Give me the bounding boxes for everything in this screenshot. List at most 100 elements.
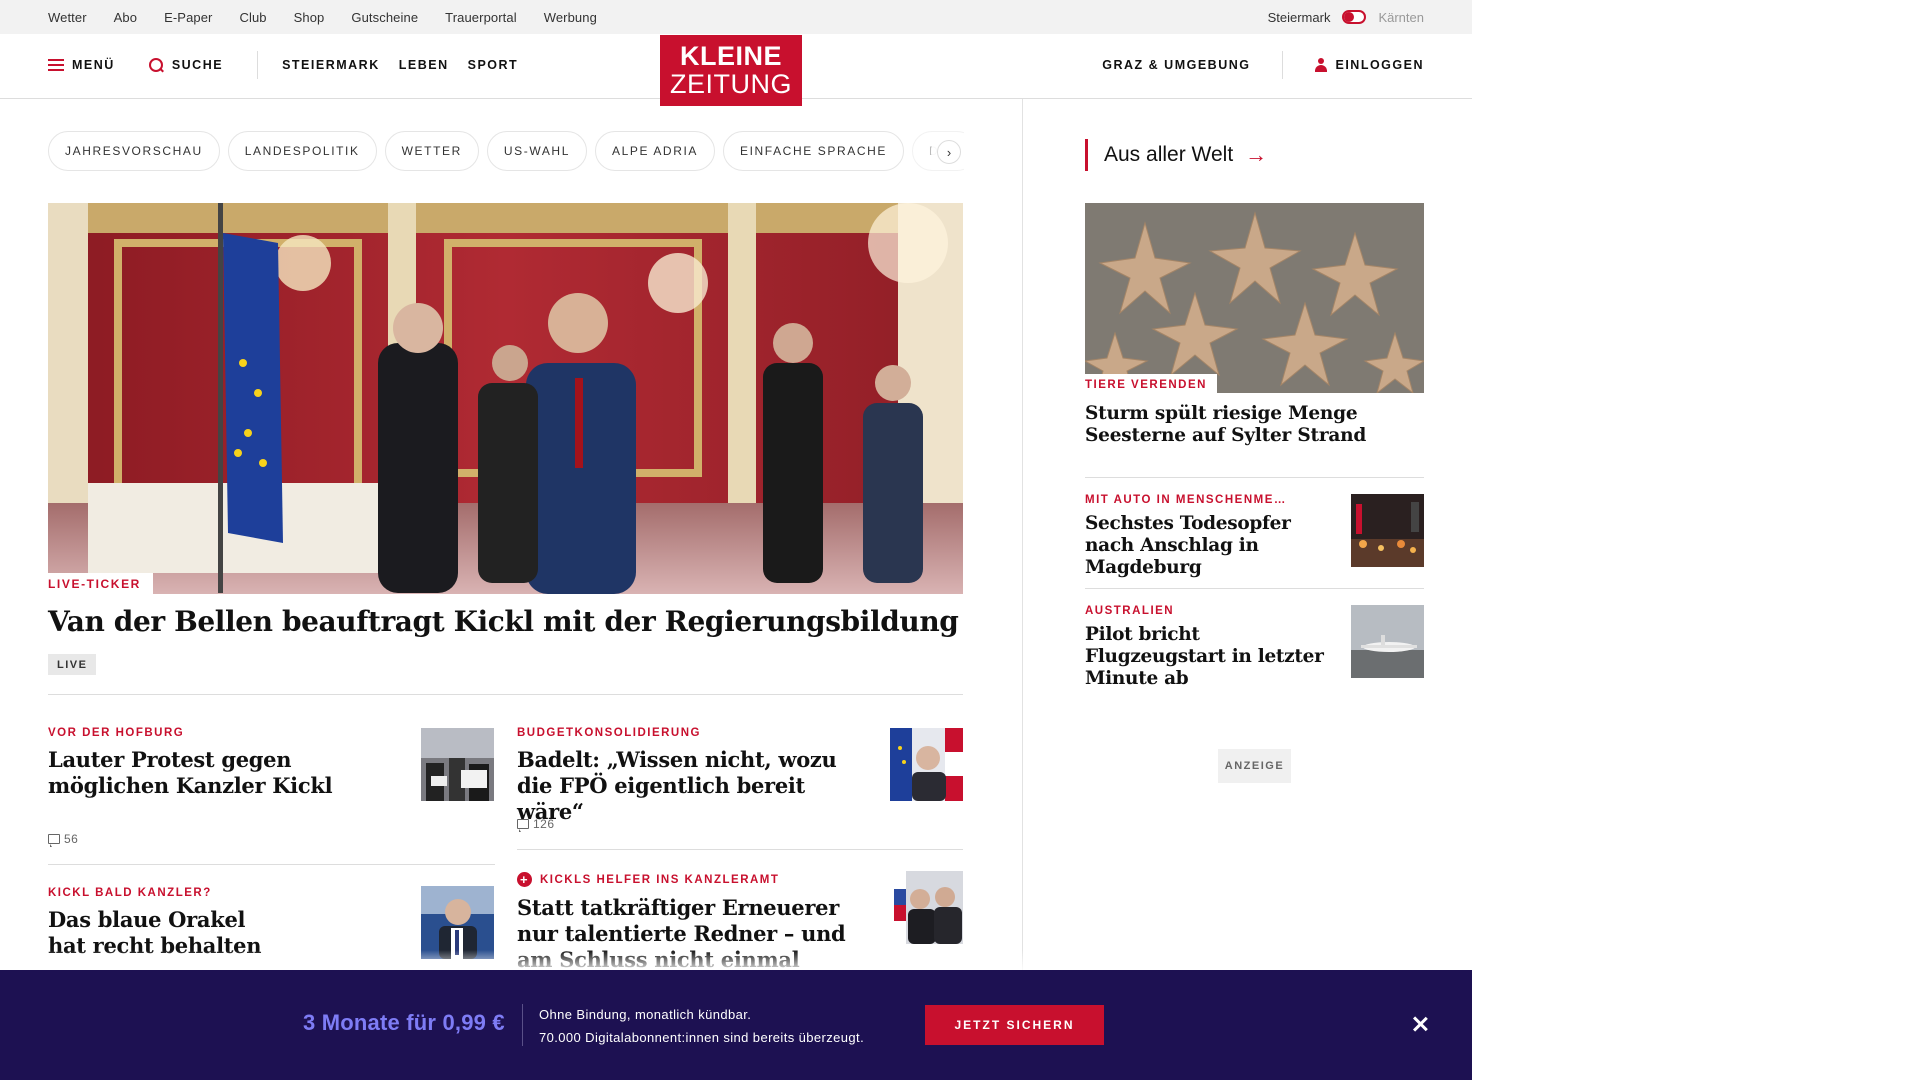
utility-link-gutscheine[interactable]: Gutscheine	[351, 10, 418, 25]
tag-pill[interactable]: WETTER	[384, 131, 479, 171]
hero-kicker: LIVE-TICKER	[48, 573, 153, 595]
article-teaser[interactable]: VOR DER HOFBURG Lauter Protest gegen mög…	[48, 727, 383, 799]
thumbnail-photo	[890, 871, 963, 944]
utility-link-werbung[interactable]: Werbung	[544, 10, 597, 25]
comment-count[interactable]: 56	[48, 832, 79, 847]
article-kicker: VOR DER HOFBURG	[48, 727, 185, 739]
promo-line1: Ohne Bindung, monatlich kündbar.	[539, 1007, 752, 1022]
utility-links: Wetter Abo E-Paper Club Shop Gutscheine …	[48, 0, 624, 34]
column-divider	[1022, 99, 1023, 1080]
menu-label: MENÜ	[72, 58, 115, 72]
utility-link-epaper[interactable]: E-Paper	[164, 10, 212, 25]
divider	[48, 864, 495, 865]
region-steiermark[interactable]: Steiermark	[1268, 10, 1331, 25]
nav-right: GRAZ & UMGEBUNG EINLOGGEN	[1102, 34, 1424, 96]
thumbnail-photo	[421, 886, 494, 959]
hamburger-icon	[48, 59, 64, 71]
hero-image[interactable]	[48, 203, 963, 594]
promo-description: Ohne Bindung, monatlich kündbar. 70.000 …	[539, 1003, 864, 1049]
nav-left: MENÜ SUCHE STEIERMARK LEBEN SPORT	[48, 34, 537, 96]
thumbnail-photo	[1351, 605, 1424, 678]
article-teaser[interactable]: KICKL BALD KANZLER? Das blaue Orakel hat…	[48, 887, 383, 959]
article-headline[interactable]: Badelt: „Wissen nicht, wozu die FPÖ eige…	[517, 747, 852, 825]
section-header-label: Aus aller Welt	[1104, 143, 1234, 166]
side-article-headline[interactable]: Sechstes Todesopfer nach Anschlag in Mag…	[1085, 513, 1335, 579]
utility-link-trauerportal[interactable]: Trauerportal	[445, 10, 517, 25]
tag-pill[interactable]: US-WAHL	[486, 131, 587, 171]
lead-article-kicker: TIERE VERENDEN	[1085, 374, 1217, 396]
region-toggle[interactable]	[1342, 10, 1367, 24]
site: Wetter Abo E-Paper Club Shop Gutscheine …	[0, 0, 1472, 1080]
article-teaser[interactable]: BUDGETKONSOLIDIERUNG Badelt: „Wissen nic…	[517, 727, 852, 825]
main-nav: MENÜ SUCHE STEIERMARK LEBEN SPORT KLEINE…	[0, 34, 1472, 106]
side-article-kicker: AUSTRALIEN	[1085, 605, 1175, 617]
search-button[interactable]: SUCHE	[148, 57, 224, 73]
nav-section-steiermark[interactable]: STEIERMARK	[282, 58, 380, 72]
lead-article-headline[interactable]: Sturm spült riesige Menge Seesterne auf …	[1085, 403, 1415, 447]
user-icon	[1315, 58, 1328, 72]
article-thumbnail[interactable]	[421, 886, 494, 959]
promo-subscribe-button[interactable]: JETZT SICHERN	[925, 1005, 1104, 1045]
nav-section-sport[interactable]: SPORT	[468, 58, 519, 72]
nav-divider	[257, 51, 259, 79]
login-label: EINLOGGEN	[1335, 58, 1424, 72]
page: Wetter Abo E-Paper Club Shop Gutscheine …	[0, 0, 1920, 1080]
premium-plus-icon: +	[517, 872, 532, 887]
article-thumbnail[interactable]	[890, 871, 963, 944]
hero-headline[interactable]: Van der Bellen beauftragt Kickl mit der …	[48, 604, 963, 640]
article-kicker: BUDGETKONSOLIDIERUNG	[517, 727, 701, 739]
lead-article-image[interactable]	[1085, 203, 1424, 393]
comment-icon	[517, 819, 529, 832]
nav-divider-right	[1282, 51, 1284, 79]
divider	[1085, 477, 1424, 478]
search-icon	[148, 57, 164, 73]
divider	[517, 849, 963, 850]
divider	[1085, 588, 1424, 589]
tag-pill[interactable]: LANDESPOLITIK	[227, 131, 377, 171]
utility-link-abo[interactable]: Abo	[114, 10, 137, 25]
tag-pill[interactable]: JAHRESVORSCHAU	[48, 131, 220, 171]
ad-label: ANZEIGE	[1218, 749, 1291, 783]
side-article-thumbnail[interactable]	[1351, 605, 1424, 678]
promo-divider	[522, 1004, 523, 1046]
promo-price: 3 Monate für 0,99 €	[303, 1010, 505, 1035]
comment-count-value: 126	[533, 817, 555, 831]
comment-count[interactable]: 126	[517, 817, 555, 832]
nav-section-leben[interactable]: LEBEN	[399, 58, 449, 72]
close-icon[interactable]	[1408, 1012, 1432, 1036]
starfish-photo	[1085, 203, 1424, 393]
login-button[interactable]: EINLOGGEN	[1315, 58, 1424, 72]
article-headline[interactable]: Lauter Protest gegen möglichen Kanzler K…	[48, 747, 383, 799]
tag-pill[interactable]: EINFACHE SPRACHE	[723, 131, 904, 171]
tag-pill[interactable]: ALPE ADRIA	[594, 131, 715, 171]
site-logo[interactable]: KLEINE ZEITUNG	[660, 35, 802, 106]
comment-icon	[48, 834, 60, 847]
thumbnail-photo	[421, 728, 494, 801]
tags-scroll-right-button[interactable]: ›	[937, 140, 961, 164]
article-kicker-text: KICKLS HELFER INS KANZLERAMT	[540, 873, 780, 886]
region-kaernten[interactable]: Kärnten	[1378, 10, 1424, 25]
search-label: SUCHE	[171, 58, 224, 72]
article-kicker: KICKL BALD KANZLER?	[48, 887, 212, 899]
live-badge: LIVE	[48, 654, 97, 675]
tag-list: JAHRESVORSCHAU LANDESPOLITIK WETTER US-W…	[48, 131, 964, 171]
utility-bar: Wetter Abo E-Paper Club Shop Gutscheine …	[0, 0, 1472, 34]
hero-photo	[48, 203, 963, 594]
thumbnail-photo	[1351, 494, 1424, 567]
divider	[48, 694, 963, 695]
side-article-kicker: MIT AUTO IN MENSCHENME…	[1085, 494, 1287, 506]
arrow-right-icon: →	[1245, 142, 1268, 167]
article-thumbnail[interactable]	[421, 728, 494, 801]
promo-fade	[0, 950, 1472, 970]
article-thumbnail[interactable]	[890, 728, 963, 801]
section-header-aus-aller-welt[interactable]: Aus aller Welt →	[1085, 139, 1267, 171]
side-article-thumbnail[interactable]	[1351, 494, 1424, 567]
utility-link-shop[interactable]: Shop	[294, 10, 325, 25]
comment-count-value: 56	[64, 832, 79, 846]
region-link-graz[interactable]: GRAZ & UMGEBUNG	[1102, 58, 1250, 72]
utility-link-club[interactable]: Club	[239, 10, 266, 25]
article-kicker: + KICKLS HELFER INS KANZLERAMT	[517, 872, 867, 887]
utility-link-wetter[interactable]: Wetter	[48, 10, 87, 25]
menu-button[interactable]: MENÜ	[48, 58, 115, 72]
side-article-headline[interactable]: Pilot bricht Flugzeugstart in letzter Mi…	[1085, 624, 1335, 690]
